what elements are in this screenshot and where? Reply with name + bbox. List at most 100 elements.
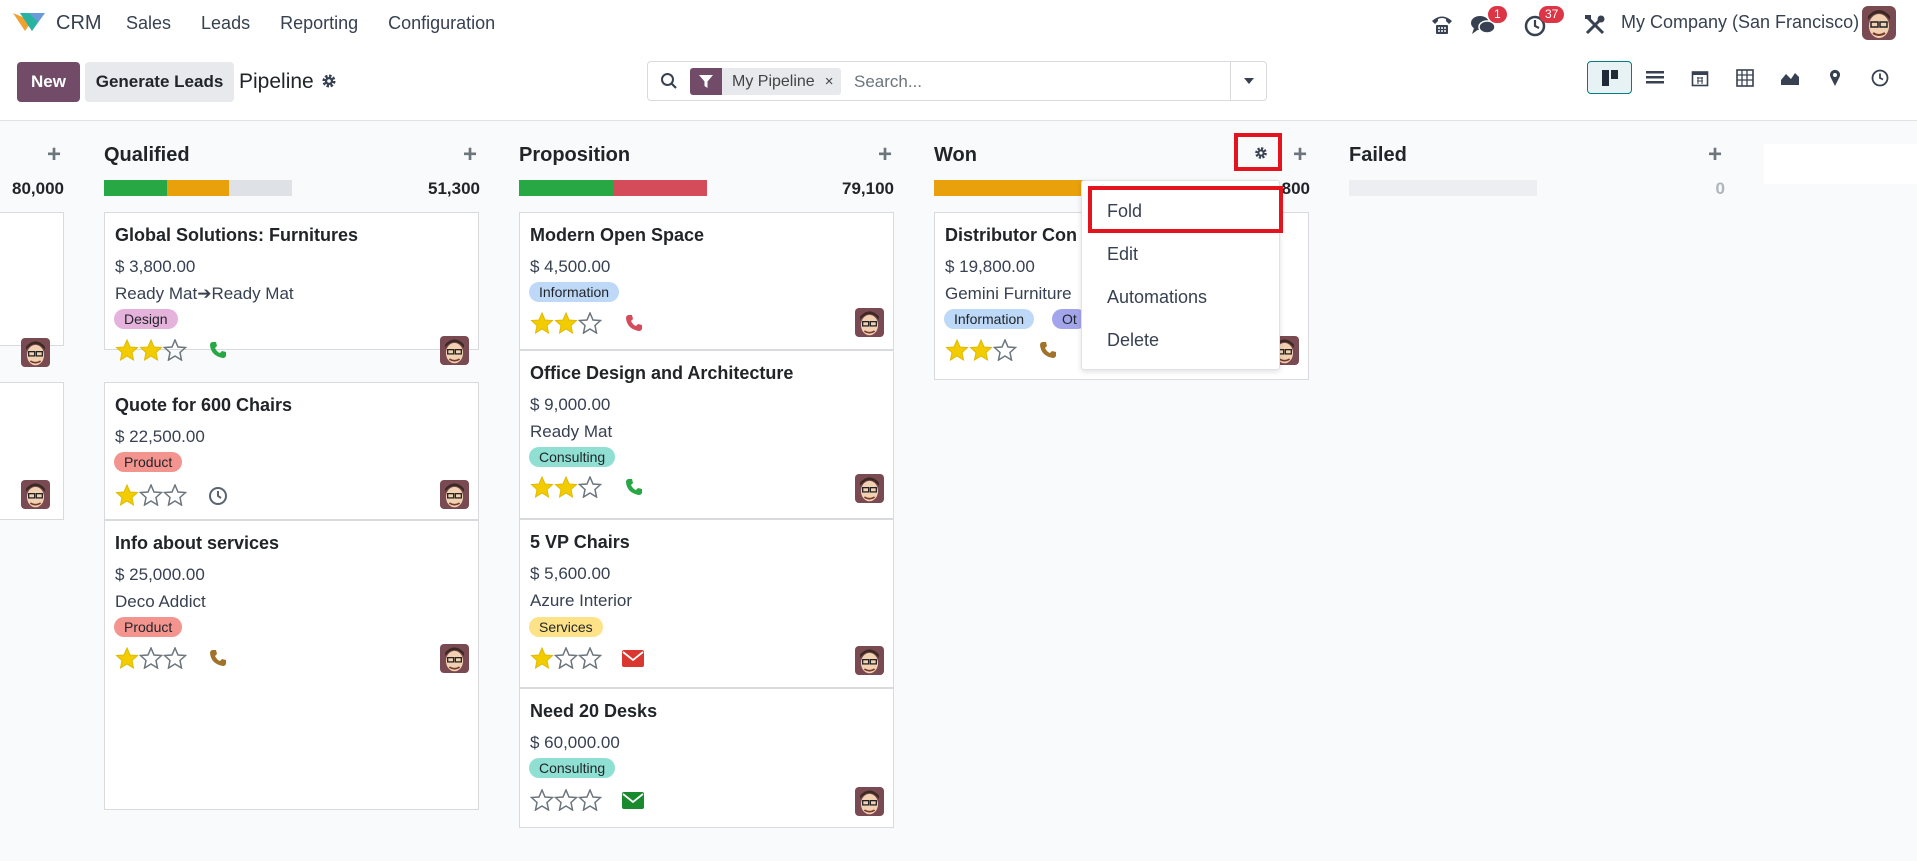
star-icon[interactable] [578, 789, 602, 811]
priority-stars[interactable] [530, 312, 602, 334]
column-title[interactable]: Failed [1349, 144, 1407, 167]
star-icon[interactable] [115, 339, 139, 361]
star-icon[interactable] [554, 312, 578, 334]
phone-icon[interactable] [625, 478, 643, 496]
activity-view-button[interactable] [1857, 61, 1902, 94]
progress-won-segment[interactable] [104, 180, 167, 196]
delete-column-item[interactable]: Delete [1107, 330, 1159, 351]
star-icon[interactable] [530, 647, 554, 669]
phone-icon[interactable] [625, 314, 643, 332]
star-icon[interactable] [139, 339, 163, 361]
quick-create-button[interactable]: + [1708, 141, 1722, 169]
automations-item[interactable]: Automations [1107, 287, 1207, 308]
kanban-view-button[interactable] [1587, 61, 1632, 94]
quick-create-button[interactable]: + [878, 141, 892, 169]
menu-configuration[interactable]: Configuration [388, 13, 495, 34]
facet-remove-button[interactable]: × [823, 68, 842, 95]
menu-sales[interactable]: Sales [126, 13, 171, 34]
map-view-button[interactable] [1812, 61, 1857, 94]
star-icon[interactable] [163, 647, 187, 669]
star-icon[interactable] [530, 476, 554, 498]
star-icon[interactable] [554, 476, 578, 498]
salesperson-avatar [855, 787, 884, 816]
column-title[interactable]: Qualified [104, 144, 190, 167]
kanban-card[interactable]: 5 VP Chairs $ 5,600.00 Azure Interior Se… [519, 519, 894, 688]
progress-bar[interactable] [519, 180, 707, 196]
star-icon[interactable] [945, 339, 969, 361]
column-title[interactable]: Proposition [519, 144, 630, 167]
star-icon[interactable] [969, 339, 993, 361]
menu-leads[interactable]: Leads [201, 13, 250, 34]
kanban-card[interactable] [0, 212, 64, 367]
search-icon[interactable] [660, 72, 678, 90]
add-column-placeholder[interactable] [1764, 144, 1917, 184]
progress-overdue-segment[interactable] [613, 180, 707, 196]
generate-leads-button[interactable]: Generate Leads [85, 62, 234, 102]
star-icon[interactable] [163, 339, 187, 361]
quick-create-button[interactable]: + [1293, 141, 1307, 169]
star-icon[interactable] [530, 312, 554, 334]
search-input[interactable] [854, 70, 1224, 94]
envelope-icon[interactable] [622, 650, 644, 667]
pivot-view-button[interactable] [1722, 61, 1767, 94]
phone-icon[interactable] [1039, 341, 1057, 359]
priority-stars[interactable] [115, 339, 187, 361]
kanban-card[interactable]: Quote for 600 Chairs $ 22,500.00 Product [104, 382, 479, 520]
priority-stars[interactable] [530, 789, 602, 811]
edit-column-item[interactable]: Edit [1107, 244, 1138, 265]
kanban-card[interactable]: Need 20 Desks $ 60,000.00 Consulting [519, 688, 894, 828]
salesperson-avatar [440, 480, 469, 509]
quick-create-button[interactable]: + [47, 141, 61, 169]
clock-icon[interactable] [208, 486, 228, 506]
priority-stars[interactable] [115, 484, 187, 506]
tools-icon[interactable] [1584, 10, 1606, 40]
kanban-board: + 80,000 Qualified + 51,300 Proposition … [0, 122, 1917, 861]
priority-stars[interactable] [115, 647, 187, 669]
kanban-card[interactable]: Modern Open Space $ 4,500.00 Information [519, 212, 894, 350]
company-switcher[interactable]: My Company (San Francisco) [1621, 12, 1859, 33]
app-name[interactable]: CRM [56, 12, 102, 35]
kanban-card[interactable]: Global Solutions: Furnitures $ 3,800.00 … [104, 212, 479, 365]
fold-column-item[interactable]: Fold [1107, 201, 1142, 222]
star-icon[interactable] [139, 647, 163, 669]
kanban-card[interactable]: Info about services $ 25,000.00 Deco Add… [104, 520, 479, 810]
progress-bar[interactable] [1349, 180, 1537, 196]
kanban-card[interactable] [0, 382, 64, 520]
graph-view-button[interactable] [1767, 61, 1812, 94]
progress-won-segment[interactable] [519, 180, 613, 196]
priority-stars[interactable] [530, 647, 602, 669]
progress-planned-segment[interactable] [167, 180, 229, 196]
star-icon[interactable] [115, 647, 139, 669]
column-title[interactable]: Won [934, 144, 977, 167]
star-icon[interactable] [115, 484, 139, 506]
crm-logo-icon[interactable] [12, 11, 46, 33]
gear-icon[interactable] [1253, 145, 1269, 161]
new-button[interactable]: New [17, 62, 80, 102]
priority-stars[interactable] [530, 476, 602, 498]
star-icon[interactable] [554, 789, 578, 811]
star-icon[interactable] [163, 484, 187, 506]
phone-icon[interactable] [209, 649, 227, 667]
menu-reporting[interactable]: Reporting [280, 13, 358, 34]
calendar-view-button[interactable] [1677, 61, 1722, 94]
star-icon[interactable] [139, 484, 163, 506]
star-icon[interactable] [578, 476, 602, 498]
map-view-icon [1829, 69, 1840, 86]
star-icon[interactable] [993, 339, 1017, 361]
star-icon[interactable] [578, 647, 602, 669]
list-view-button[interactable] [1632, 61, 1677, 94]
phone-icon[interactable] [1430, 10, 1454, 40]
gear-icon[interactable] [320, 72, 338, 90]
user-avatar[interactable] [1862, 6, 1896, 40]
card-tag: Design [114, 309, 178, 329]
envelope-icon[interactable] [622, 792, 644, 809]
star-icon[interactable] [578, 312, 602, 334]
star-icon[interactable] [554, 647, 578, 669]
star-icon[interactable] [530, 789, 554, 811]
search-options-toggle[interactable] [1230, 62, 1267, 100]
phone-icon[interactable] [209, 341, 227, 359]
quick-create-button[interactable]: + [463, 141, 477, 169]
priority-stars[interactable] [945, 339, 1017, 361]
kanban-card[interactable]: Office Design and Architecture $ 9,000.0… [519, 350, 894, 519]
progress-bar[interactable] [104, 180, 292, 196]
